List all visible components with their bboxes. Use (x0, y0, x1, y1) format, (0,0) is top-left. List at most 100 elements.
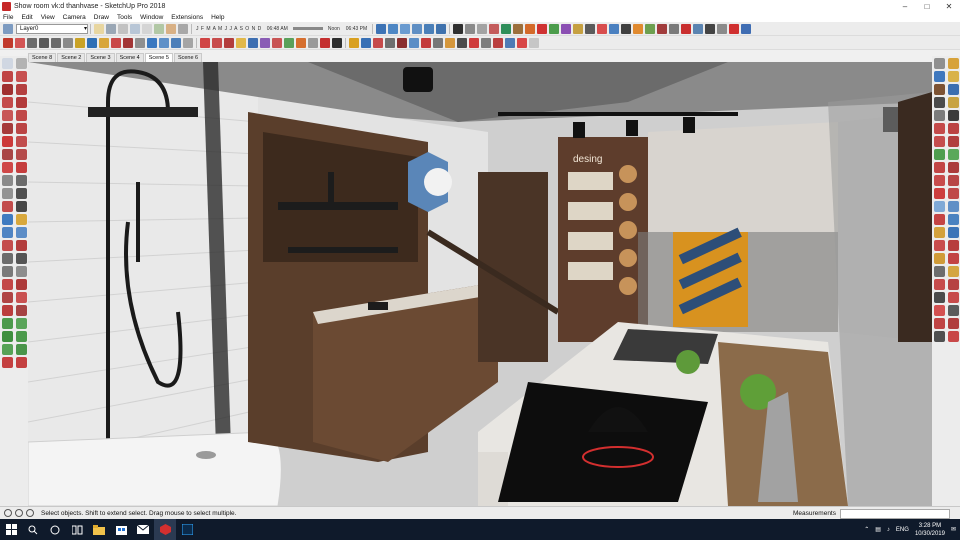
3d-text-icon[interactable] (16, 201, 27, 212)
components-icon[interactable] (934, 84, 945, 95)
plugin-icon-15[interactable] (729, 23, 740, 34)
section-display-icon[interactable] (465, 23, 476, 34)
cortana-button[interactable] (44, 519, 66, 540)
vray-clipper-icon[interactable] (332, 37, 342, 48)
plugin-r-icon-17[interactable] (934, 227, 945, 238)
plugin-icon-2[interactable] (573, 23, 584, 34)
position-camera-icon[interactable] (2, 253, 13, 264)
tool-icon-35[interactable] (2, 279, 13, 290)
new-file-icon[interactable] (3, 37, 13, 48)
pan-tool-icon[interactable] (16, 214, 27, 225)
push-pull-icon[interactable] (16, 136, 27, 147)
plugin-r-icon-13[interactable] (934, 201, 945, 212)
styles-icon[interactable] (94, 23, 104, 34)
globe-icon[interactable] (87, 37, 97, 48)
tool-icon-47[interactable] (2, 357, 13, 368)
rotate-icon[interactable] (123, 37, 133, 48)
sandbox-icon[interactable] (501, 23, 512, 34)
plugin-icon-16[interactable] (741, 23, 752, 34)
stairs-icon[interactable] (529, 37, 539, 48)
offset-tool-icon[interactable] (16, 162, 27, 173)
eraser-icon[interactable] (16, 58, 27, 69)
open-file-icon[interactable] (15, 37, 25, 48)
measurements-input[interactable] (840, 508, 950, 519)
zoom-extents-icon[interactable] (183, 37, 193, 48)
sandbox-contours-icon[interactable] (2, 318, 13, 329)
scenes-panel-icon[interactable] (934, 97, 945, 108)
close-button[interactable]: ✕ (938, 0, 960, 12)
smoove-icon[interactable] (2, 331, 13, 342)
right-view-icon[interactable] (412, 23, 423, 34)
zoom-window-icon[interactable] (16, 227, 27, 238)
offset-icon[interactable] (433, 37, 443, 48)
flatten-icon[interactable] (469, 37, 479, 48)
three-point-arc-icon[interactable] (2, 123, 13, 134)
section-plane-icon[interactable] (453, 23, 464, 34)
shadow-time-slider[interactable] (292, 27, 323, 30)
round-corner-icon[interactable] (397, 37, 407, 48)
add-detail-icon[interactable] (16, 344, 27, 355)
bezier-icon[interactable] (409, 37, 419, 48)
styles-panel-icon[interactable] (948, 84, 959, 95)
volume-icon[interactable]: ♪ (887, 527, 890, 533)
plugin-r-icon-9[interactable] (934, 175, 945, 186)
follow-me-icon[interactable] (421, 37, 431, 48)
lines-to-tubes-icon[interactable] (505, 37, 515, 48)
pie-icon[interactable] (16, 123, 27, 134)
plugin-r-icon-28[interactable] (948, 292, 959, 303)
vray-frame-icon[interactable] (248, 37, 258, 48)
follow-me-tool-icon[interactable] (16, 149, 27, 160)
plugin-r-icon-25[interactable] (934, 279, 945, 290)
section-plane-tool-icon[interactable] (16, 266, 27, 277)
tape-icon[interactable] (135, 37, 145, 48)
stamp-icon[interactable] (16, 331, 27, 342)
left-view-icon[interactable] (436, 23, 447, 34)
shadow-months[interactable]: J F M A M J J A S O N D (196, 26, 262, 32)
tools-icon[interactable] (517, 37, 527, 48)
look-around-icon[interactable] (2, 266, 13, 277)
plugin-icon-14[interactable] (717, 23, 728, 34)
joint-push-pull-icon[interactable] (373, 37, 383, 48)
two-point-arc-icon[interactable] (16, 110, 27, 121)
plugin-r-icon-8[interactable] (948, 162, 959, 173)
notifications-icon[interactable]: ✉ (951, 526, 956, 533)
plugin-r-icon-19[interactable] (934, 240, 945, 251)
pan-icon[interactable] (159, 37, 169, 48)
tool-icon-40[interactable] (16, 305, 27, 316)
extension-icon[interactable] (525, 23, 536, 34)
plugin-r-icon-16[interactable] (948, 214, 959, 225)
layers-icon[interactable] (934, 71, 945, 82)
plugin-icon-4[interactable] (597, 23, 608, 34)
fredo-scale-icon[interactable] (361, 37, 371, 48)
menu-tools[interactable]: Tools (117, 14, 132, 21)
vray-fur-icon[interactable] (320, 37, 330, 48)
warehouse-icon[interactable] (513, 23, 524, 34)
tray-chevron-icon[interactable]: ⌃ (864, 526, 869, 533)
vray-light-icon[interactable] (236, 37, 246, 48)
shaded-textures-icon[interactable] (166, 23, 176, 34)
extrude-icon[interactable] (493, 37, 503, 48)
rotated-rectangle-icon[interactable] (16, 84, 27, 95)
select-arrow-icon[interactable] (2, 58, 13, 69)
taskbar-clock[interactable]: 3:28 PM 10/30/2019 (915, 522, 945, 538)
profile-builder-icon[interactable] (349, 37, 359, 48)
hidden-line-icon[interactable] (142, 23, 152, 34)
plugin-icon-3[interactable] (585, 23, 596, 34)
front-view-icon[interactable] (400, 23, 411, 34)
pencil-line-icon[interactable] (2, 71, 13, 82)
shaded-icon[interactable] (154, 23, 164, 34)
plugin-r-icon-27[interactable] (934, 292, 945, 303)
plugin-r-icon-11[interactable] (934, 188, 945, 199)
plugin-icon-6[interactable] (621, 23, 632, 34)
plugin-r-icon-7[interactable] (934, 162, 945, 173)
move-icon[interactable] (111, 37, 121, 48)
box-icon[interactable] (63, 37, 73, 48)
plugin-r-icon-24[interactable] (948, 266, 959, 277)
plugin-icon-8[interactable] (645, 23, 656, 34)
weld-icon[interactable] (457, 37, 467, 48)
plugin-icon-11[interactable] (681, 23, 692, 34)
tool-icon-48[interactable] (16, 357, 27, 368)
fog-icon[interactable] (934, 110, 945, 121)
menu-view[interactable]: View (41, 14, 55, 21)
dimension-icon[interactable] (16, 175, 27, 186)
